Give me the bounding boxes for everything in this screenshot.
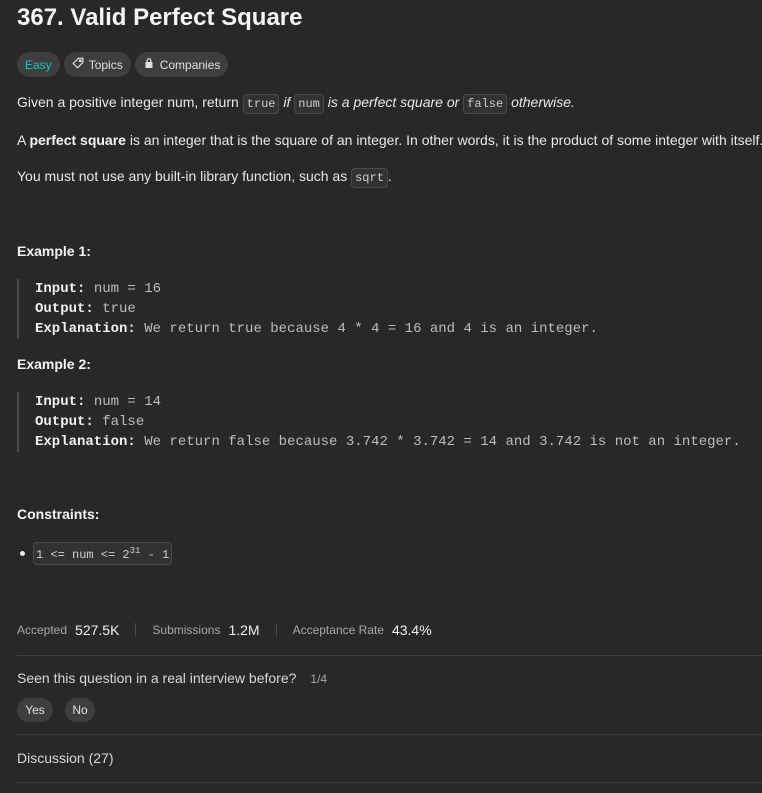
- input-label: Input:: [35, 394, 86, 410]
- stats-row: Accepted 527.5K Submissions 1.2M Accepta…: [17, 622, 432, 638]
- companies-button[interactable]: Companies: [134, 52, 229, 77]
- divider: [275, 623, 277, 637]
- interview-count: 1/4: [310, 672, 328, 686]
- companies-label: Companies: [159, 57, 221, 72]
- desc-text: A: [17, 132, 30, 148]
- explanation-value: We return true because 4 * 4 = 16 and 4 …: [135, 321, 598, 337]
- example-2-block: Input: num = 14 Output: false Explanatio…: [17, 392, 741, 452]
- desc-text: is a perfect square or: [323, 94, 464, 110]
- tag-icon: [72, 57, 84, 72]
- explanation-label: Explanation:: [35, 434, 136, 450]
- difficulty-badge[interactable]: Easy: [17, 52, 60, 77]
- explanation-label: Explanation:: [35, 321, 136, 337]
- interview-question: Seen this question in a real interview b…: [17, 670, 327, 686]
- desc-text: if: [279, 94, 295, 110]
- problem-page: 367. Valid Perfect Square Easy Topics Co…: [0, 0, 762, 793]
- explanation-value: We return false because 3.742 * 3.742 = …: [135, 434, 741, 450]
- constraint-exponent: 31: [129, 546, 141, 556]
- description-line-2: A perfect square is an integer that is t…: [17, 132, 762, 148]
- divider: [17, 734, 762, 735]
- input-value: num = 14: [85, 394, 162, 410]
- bullet: [20, 551, 25, 556]
- no-button[interactable]: No: [65, 698, 95, 722]
- constraints-heading: Constraints:: [17, 506, 100, 522]
- example-1-heading: Example 1:: [17, 243, 91, 259]
- input-value: num = 16: [85, 281, 162, 297]
- description-line-3: You must not use any built-in library fu…: [17, 168, 392, 188]
- acceptance-rate-label: Acceptance Rate: [292, 623, 384, 637]
- interview-question-text: Seen this question in a real interview b…: [17, 670, 297, 686]
- constraint-text: - 1: [140, 548, 170, 562]
- acceptance-rate-value: 43.4%: [391, 622, 432, 638]
- tag-row: Easy Topics Companies: [17, 52, 229, 77]
- output-label: Output:: [35, 414, 94, 430]
- divider: [17, 655, 762, 656]
- desc-text: Given a positive integer num, return: [17, 94, 243, 110]
- divider: [17, 782, 762, 783]
- example-2-heading: Example 2:: [17, 356, 91, 372]
- accepted-label: Accepted: [17, 623, 68, 637]
- inline-code-sqrt: sqrt: [351, 168, 388, 188]
- topics-label: Topics: [88, 57, 123, 72]
- lock-icon: [143, 57, 155, 72]
- desc-text: .: [387, 168, 392, 184]
- discussion-toggle[interactable]: Discussion (27): [17, 750, 113, 766]
- submissions-label: Submissions: [152, 623, 221, 637]
- submissions-value: 1.2M: [228, 622, 260, 638]
- constraint-code: 1 <= num <= 231 - 1: [33, 542, 173, 565]
- accepted-value: 527.5K: [75, 622, 120, 638]
- desc-text: You must not use any built-in library fu…: [17, 168, 352, 184]
- output-label: Output:: [35, 301, 94, 317]
- inline-code-num: num: [294, 94, 324, 114]
- constraint-text: 1 <= num <= 2: [36, 548, 130, 562]
- inline-code-true: true: [242, 94, 280, 114]
- divider: [135, 623, 137, 637]
- output-value: false: [93, 414, 145, 430]
- constraint-item: 1 <= num <= 231 - 1: [20, 542, 173, 565]
- problem-title: 367. Valid Perfect Square: [17, 4, 303, 31]
- desc-bold: perfect square: [29, 132, 126, 148]
- inline-code-false: false: [463, 94, 508, 114]
- example-1-block: Input: num = 16 Output: true Explanation…: [17, 279, 598, 339]
- desc-text: otherwise.: [507, 94, 575, 110]
- desc-text: is an integer that is the square of an i…: [125, 132, 762, 148]
- input-label: Input:: [35, 281, 86, 297]
- description-line-1: Given a positive integer num, return tru…: [17, 94, 575, 114]
- output-value: true: [93, 301, 136, 317]
- topics-button[interactable]: Topics: [63, 52, 131, 77]
- yes-button[interactable]: Yes: [17, 698, 53, 722]
